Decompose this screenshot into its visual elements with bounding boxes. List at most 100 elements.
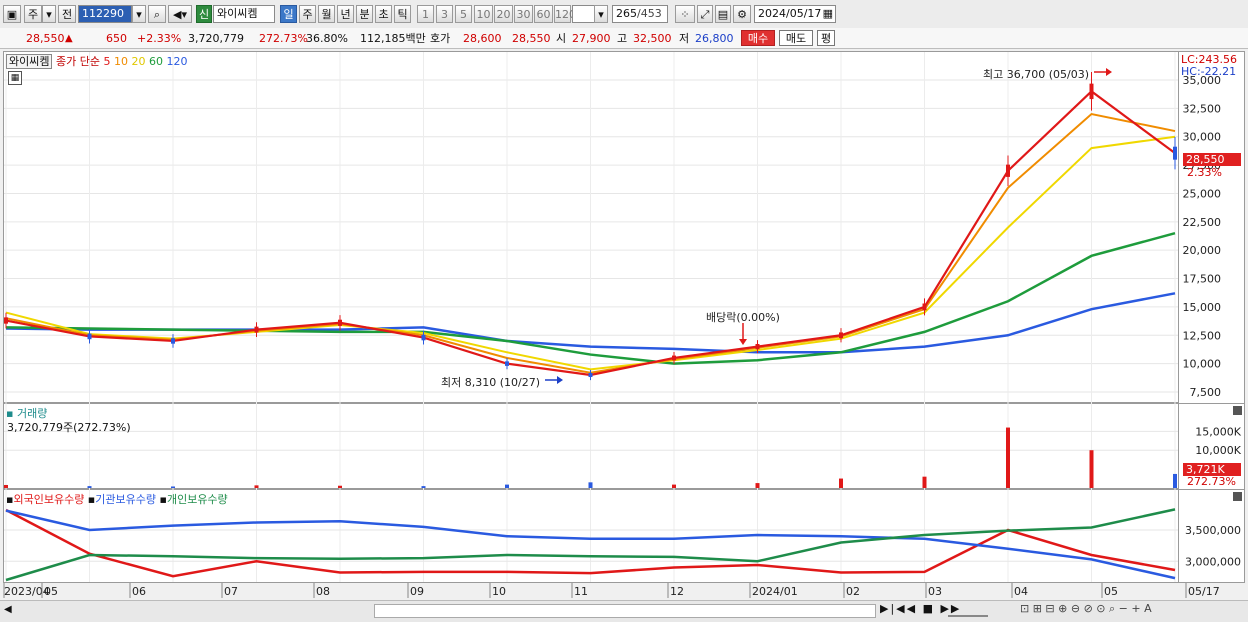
interval-10[interactable]: 10 <box>474 5 493 23</box>
interval-dropdown-icon[interactable]: ▾ <box>594 5 608 23</box>
interval-3[interactable]: 3 <box>436 5 453 23</box>
layout-icon[interactable]: ▣ <box>3 5 21 23</box>
tool-icons[interactable]: ⊡ ⊞ ⊟ ⊕ ⊖ ⊘ ⊙ ⌕ − + A <box>1020 602 1152 616</box>
interval-20[interactable]: 20 <box>494 5 513 23</box>
badge-label: 신 <box>198 8 210 21</box>
interval-30[interactable]: 30 <box>514 5 533 23</box>
chevron-down-icon[interactable]: ▾ <box>42 5 56 23</box>
x-tick-label: 09 <box>410 585 424 598</box>
stock-code-input[interactable]: 112290 <box>78 5 132 23</box>
holding-panel-close-icon[interactable] <box>1233 492 1242 501</box>
calendar-icon[interactable]: ▦ <box>823 6 833 22</box>
hoga-label: 호가 <box>430 32 451 45</box>
prev-button[interactable]: 전 <box>58 5 76 23</box>
grid-icon[interactable]: ⁘ <box>675 5 695 23</box>
volume-pct-tag: 272.73% <box>1187 475 1236 488</box>
scroll-left-icon[interactable]: ◀ <box>4 604 12 615</box>
x-tick-label: 2023/04 <box>4 585 50 598</box>
up-arrow-icon: ▲ <box>65 33 73 44</box>
price-y-axis <box>1179 51 1245 403</box>
x-tick-label: 2024/01 <box>752 585 798 598</box>
count-value: 265 <box>616 7 637 20</box>
ask-price: 28,600 <box>463 32 502 45</box>
tab-period-minute[interactable]: 분 <box>356 5 373 23</box>
current-pct-tag: 2.33% <box>1187 166 1222 179</box>
open-price: 27,900 <box>572 32 611 45</box>
legend-ma10[interactable]: 10 <box>114 55 128 68</box>
bid-price: 28,550 <box>512 32 551 45</box>
price-panel[interactable] <box>3 51 1179 403</box>
x-tick-label: 02 <box>846 585 860 598</box>
scrollbar-thumb[interactable] <box>374 604 876 618</box>
legend-ma20[interactable]: 20 <box>131 55 145 68</box>
holding-y-axis <box>1179 489 1245 583</box>
legend-individual[interactable]: 개인보유수량 <box>167 493 228 506</box>
stock-name-field[interactable]: 와이씨켐 <box>213 5 275 23</box>
x-tick-label: 05 <box>44 585 58 598</box>
table-icon[interactable]: ▦ <box>8 71 22 85</box>
legend-stock-name[interactable]: 와이씨켐 <box>6 54 53 69</box>
buy-button[interactable]: 매수 <box>741 30 775 46</box>
prev-label: 전 <box>61 8 73 21</box>
x-tick-label: 07 <box>224 585 238 598</box>
volume-readout: 3,720,779주(272.73%) <box>7 421 131 434</box>
legend-ma-type: 종가 단순 <box>55 55 100 68</box>
change-percent: +2.33% <box>137 32 182 45</box>
total-value: /453 <box>637 7 662 20</box>
trade-amount: 112,185백만 <box>360 32 426 45</box>
zoom-icon[interactable]: ⤢ <box>697 5 713 23</box>
volume-ratio: 272.73% <box>259 32 308 45</box>
legend-ma5[interactable]: 5 <box>103 55 110 68</box>
tab-period-tick[interactable]: 틱 <box>394 5 411 23</box>
low-label: 저 <box>679 32 690 45</box>
legend-foreign[interactable]: 외국인보유수량 <box>13 493 84 506</box>
price-change: 650 <box>106 32 127 45</box>
x-tick-label: 08 <box>316 585 330 598</box>
sell-button[interactable]: 매도 <box>779 30 813 46</box>
interval-5[interactable]: 5 <box>455 5 472 23</box>
date-input[interactable]: 2024/05/17 ▦ <box>754 5 836 23</box>
x-tick-label: 12 <box>670 585 684 598</box>
high-price: 32,500 <box>633 32 672 45</box>
x-tick-label: 03 <box>928 585 942 598</box>
tab-period-second[interactable]: 초 <box>375 5 392 23</box>
x-tick-label: 11 <box>574 585 588 598</box>
x-tick-label: 06 <box>132 585 146 598</box>
current-price: 28,550 <box>26 32 65 45</box>
x-tick-label: 04 <box>1014 585 1028 598</box>
date-value: 2024/05/17 <box>758 7 822 20</box>
search-icon[interactable]: ⌕ <box>148 5 166 23</box>
high-annotation: 최고 36,700 (05/03) <box>983 68 1090 81</box>
speaker-icon[interactable]: ◀▾ <box>168 5 192 23</box>
turnover-rate: 36.80% <box>306 32 348 45</box>
legend-ma60[interactable]: 60 <box>149 55 163 68</box>
low-price: 26,800 <box>695 32 734 45</box>
interval-60[interactable]: 60 <box>534 5 553 23</box>
save-icon[interactable]: ▤ <box>715 5 731 23</box>
gear-icon[interactable]: ⚙ <box>733 5 751 23</box>
tab-period-day[interactable]: 일 <box>280 5 297 23</box>
x-tick-label: 05 <box>1104 585 1118 598</box>
interval-120[interactable]: 120 <box>554 5 576 23</box>
price-legend: 와이씨켐 종가 단순 5 10 20 60 120 <box>6 53 187 69</box>
count-field[interactable]: 265/453 <box>612 5 668 23</box>
interval-1[interactable]: 1 <box>417 5 434 23</box>
x-tick-label: 10 <box>492 585 506 598</box>
code-dropdown-icon[interactable]: ▾ <box>132 5 146 23</box>
low-annotation: 최저 8,310 (10/27) <box>441 376 541 389</box>
tab-period-month[interactable]: 월 <box>318 5 335 23</box>
tab-period-week[interactable]: 주 <box>299 5 316 23</box>
volume-panel-close-icon[interactable] <box>1233 406 1242 415</box>
eval-button[interactable]: 평 <box>817 30 835 46</box>
legend-ma120[interactable]: 120 <box>166 55 187 68</box>
market-select[interactable]: 주 <box>24 5 42 23</box>
x-tick-label: 05/17 <box>1188 585 1220 598</box>
tab-period-year[interactable]: 년 <box>337 5 354 23</box>
high-label: 고 <box>617 32 628 45</box>
zoom-slider[interactable] <box>948 603 988 617</box>
open-label: 시 <box>556 32 567 45</box>
volume-panel[interactable] <box>3 403 1179 489</box>
holding-legend: ▪외국인보유수량 ▪기관보유수량 ▪개인보유수량 <box>6 493 228 506</box>
legend-institution[interactable]: 기관보유수량 <box>95 493 156 506</box>
volume-value: 3,720,779 <box>188 32 244 45</box>
